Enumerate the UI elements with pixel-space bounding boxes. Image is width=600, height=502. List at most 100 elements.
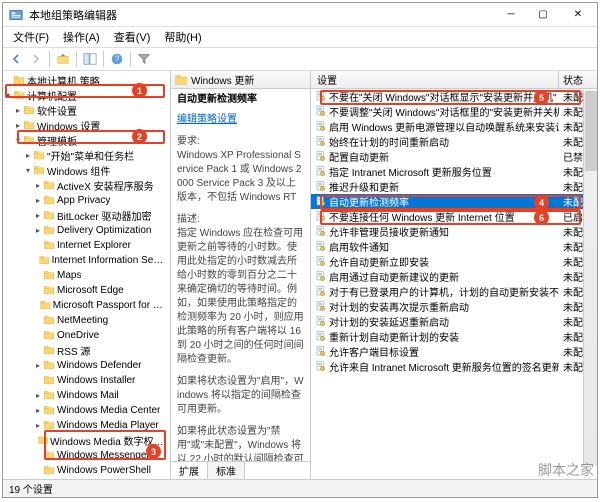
tree-item[interactable]: ▸ BitLocker 驱动器加密: [3, 208, 170, 223]
tree-item[interactable]: ▾ 管理模板: [3, 133, 170, 148]
setting-label: 对于有已登录用户的计算机，计划的自动更新安装不执行重…: [329, 284, 559, 299]
expand-icon[interactable]: ▸: [33, 361, 43, 370]
tree-item[interactable]: Windows Installer: [3, 373, 170, 388]
tab-extended[interactable]: 扩展: [171, 462, 208, 479]
setting-row[interactable]: 对计划的安装延迟重新启动 未配置: [311, 314, 597, 329]
close-button[interactable]: ✕: [559, 3, 597, 26]
setting-row[interactable]: 允许客户端目标设置 未配置: [311, 344, 597, 359]
setting-row[interactable]: 自动更新检测频率 未配置: [311, 194, 597, 209]
tree-item[interactable]: Windows Messenger: [3, 448, 170, 463]
setting-row[interactable]: 允许自动更新立即安装 未配置: [311, 254, 597, 269]
details-header-title: Windows 更新: [191, 72, 254, 87]
tree-label: 计算机配置: [27, 88, 77, 103]
setting-label: 不要在"关闭 Windows"对话框显示"安装更新并关机": [329, 89, 557, 104]
setting-label: 允许自动更新立即安装: [329, 254, 429, 269]
setting-row[interactable]: 启用通过自动更新建议的更新 未配置: [311, 269, 597, 284]
maximize-button[interactable]: ▢: [527, 3, 559, 26]
setting-row[interactable]: 重新计划自动更新计划的安装 未配置: [311, 329, 597, 344]
expand-icon[interactable]: ▸: [33, 211, 43, 220]
tree-item[interactable]: ▸ Delivery Optimization: [3, 223, 170, 238]
minimize-button[interactable]: ─: [495, 3, 527, 26]
expand-icon[interactable]: ▸: [33, 391, 43, 400]
show-hide-tree-button[interactable]: [81, 50, 99, 68]
expand-icon[interactable]: ▸: [33, 406, 43, 415]
setting-row[interactable]: 推迟升级和更新 未配置: [311, 179, 597, 194]
tree-item[interactable]: ▾ 计算机配置: [3, 88, 170, 103]
tree-item[interactable]: ▾ Windows 组件: [3, 163, 170, 178]
setting-row[interactable]: 对于有已登录用户的计算机，计划的自动更新安装不执行重… 未配置: [311, 284, 597, 299]
tree-item[interactable]: OneDrive: [3, 328, 170, 343]
toolbar: ?: [3, 47, 597, 71]
setting-row[interactable]: 允许来自 Intranet Microsoft 更新服务位置的签名更新 未配置: [311, 359, 597, 374]
menu-action[interactable]: 操作(A): [57, 28, 106, 46]
setting-label: 始终在计划的时间重新启动: [329, 134, 449, 149]
setting-row[interactable]: 启用 Windows 更新电源管理以自动唤醒系统来安装计划的 未配置: [311, 119, 597, 134]
setting-label: 允许非管理员接收更新通知: [329, 224, 449, 239]
tree-item[interactable]: ▸ Windows Defender: [3, 358, 170, 373]
tree-item[interactable]: ▸ Windows 设置: [3, 118, 170, 133]
tree-item[interactable]: Windows Media 数字权限管理: [3, 433, 170, 448]
expand-icon[interactable]: ▾: [23, 166, 33, 175]
column-status[interactable]: 状态: [559, 71, 597, 88]
expand-icon[interactable]: ▸: [23, 151, 33, 160]
expand-icon[interactable]: ▸: [13, 106, 23, 115]
tree-label: Windows Messenger: [57, 450, 150, 461]
forward-button[interactable]: [27, 50, 45, 68]
settings-list-body[interactable]: 不要在"关闭 Windows"对话框显示"安装更新并关机" 未配置 不要调整"关…: [311, 89, 597, 479]
setting-row[interactable]: 不要在"关闭 Windows"对话框显示"安装更新并关机" 未配置: [311, 89, 597, 104]
expand-icon[interactable]: ▾: [3, 91, 13, 100]
setting-row[interactable]: 配置自动更新 已禁用: [311, 149, 597, 164]
edit-policy-link[interactable]: 编辑策略设置: [177, 113, 304, 127]
expand-icon[interactable]: ▸: [33, 181, 43, 190]
expand-icon[interactable]: ▾: [13, 136, 23, 145]
setting-row[interactable]: 不要调整"关闭 Windows"对话框里的"安装更新并关机" 未配置: [311, 104, 597, 119]
setting-row[interactable]: 指定 Intranet Microsoft 更新服务位置 未配置: [311, 164, 597, 179]
column-setting[interactable]: 设置: [311, 71, 559, 88]
app-icon: [9, 8, 23, 22]
tree-item[interactable]: Microsoft Edge: [3, 283, 170, 298]
menubar: 文件(F) 操作(A) 查看(V) 帮助(H): [3, 27, 597, 47]
filter-button[interactable]: [135, 50, 153, 68]
expand-icon[interactable]: ▸: [33, 226, 43, 235]
tree-label: Windows 设置: [37, 118, 100, 133]
tree-item[interactable]: RSS 源: [3, 343, 170, 358]
tree-item[interactable]: ▸ App Privacy: [3, 193, 170, 208]
menu-view[interactable]: 查看(V): [108, 28, 157, 46]
tree-label: Microsoft Passport for Work: [53, 300, 166, 311]
tree-item[interactable]: ▸ ActiveX 安装程序服务: [3, 178, 170, 193]
expand-icon[interactable]: ▸: [33, 421, 43, 430]
tree-item[interactable]: ▸ "开始"菜单和任务栏: [3, 148, 170, 163]
tree-item[interactable]: Internet Information Services: [3, 253, 170, 268]
setting-label: 允许来自 Intranet Microsoft 更新服务位置的签名更新: [329, 359, 559, 374]
details-header: Windows 更新: [171, 71, 310, 89]
setting-row[interactable]: 不要连接任何 Windows 更新 Internet 位置 已启用: [311, 209, 597, 224]
back-button[interactable]: [7, 50, 25, 68]
expand-icon[interactable]: ▸: [13, 121, 23, 130]
tree-item[interactable]: Windows PowerShell: [3, 463, 170, 478]
tree-panel[interactable]: 本地计算机 策略 ▾ 计算机配置 ▸ 软件设置 ▸ Windows 设置 ▾ 管…: [3, 71, 171, 479]
tree-item[interactable]: Maps: [3, 268, 170, 283]
setting-row[interactable]: 始终在计划的时间重新启动 未配置: [311, 134, 597, 149]
expand-icon[interactable]: ▸: [33, 196, 43, 205]
help-button[interactable]: ?: [108, 50, 126, 68]
menu-file[interactable]: 文件(F): [7, 28, 55, 46]
tree-item[interactable]: ▸ Windows Media Center: [3, 403, 170, 418]
tree-item[interactable]: ▸ Windows Mail: [3, 388, 170, 403]
scrollbar[interactable]: [583, 90, 597, 466]
state-disabled-text: 如果将此状态设置为"禁用"或"未配置"，Windows 将以 22 小时的默认间…: [177, 425, 304, 461]
tree-item[interactable]: ▸ 软件设置: [3, 103, 170, 118]
tab-standard[interactable]: 标准: [208, 462, 245, 479]
setting-label: 启用软件通知: [329, 239, 389, 254]
menu-help[interactable]: 帮助(H): [158, 28, 207, 46]
tree-item[interactable]: ▸ Windows Media Player: [3, 418, 170, 433]
setting-row[interactable]: 启用软件通知 未配置: [311, 239, 597, 254]
up-button[interactable]: [54, 50, 72, 68]
tree-label: Windows Media Player: [57, 420, 159, 431]
description-text: 指定 Windows 应在检查可用更新之前等待的小时数。使用此处指定的小时数减去…: [177, 228, 304, 365]
setting-row[interactable]: 对计划的安装再次提示重新启动 未配置: [311, 299, 597, 314]
tree-item[interactable]: 本地计算机 策略: [3, 73, 170, 88]
tree-item[interactable]: Microsoft Passport for Work: [3, 298, 170, 313]
tree-item[interactable]: Internet Explorer: [3, 238, 170, 253]
tree-item[interactable]: NetMeeting: [3, 313, 170, 328]
setting-row[interactable]: 允许非管理员接收更新通知 未配置: [311, 224, 597, 239]
